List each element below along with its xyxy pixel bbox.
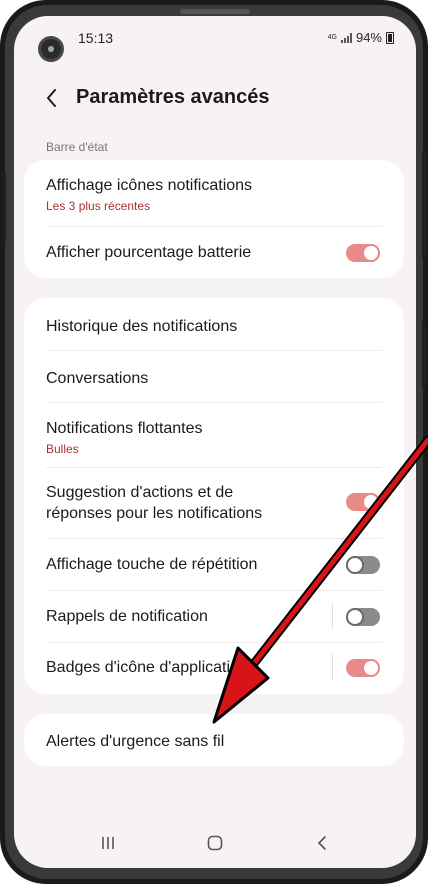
back-icon: [317, 836, 326, 850]
bixby-button: [422, 320, 426, 390]
navigation-bar: [14, 818, 416, 868]
home-icon: [207, 835, 223, 851]
setting-subtitle: Les 3 plus récentes: [46, 199, 151, 213]
setting-floating-notifications[interactable]: Notifications flottantes Bulles: [24, 403, 404, 467]
snooze-button-toggle[interactable]: [346, 556, 380, 574]
setting-title: Alertes d'urgence sans fil: [46, 733, 225, 750]
setting-title-line2: réponses pour les notifications: [46, 505, 263, 522]
setting-title: Affichage icônes notifications: [46, 177, 253, 194]
setting-subtitle: Bulles: [46, 442, 79, 456]
setting-title: Notifications flottantes: [46, 420, 203, 437]
section-label-status-bar: Barre d'état: [46, 140, 108, 154]
front-camera: [38, 36, 64, 62]
notification-reminders-toggle[interactable]: [346, 608, 380, 626]
nav-back-button[interactable]: [316, 835, 328, 856]
setting-notification-icons[interactable]: Affichage icônes notifications Les 3 plu…: [24, 160, 404, 226]
app-header: Paramètres avancés: [14, 78, 416, 118]
vertical-separator: [332, 654, 333, 680]
setting-title: Affichage touche de répétition: [46, 556, 258, 573]
recents-icon: [102, 837, 114, 849]
settings-card-notifications: Historique des notifications Conversatio…: [24, 298, 404, 694]
screen: 15:13 4G 94% Paramètres avancés Barre d'…: [14, 16, 416, 868]
battery-percentage-toggle[interactable]: [346, 244, 380, 262]
network-type-icon: 4G: [327, 34, 337, 41]
suggested-actions-toggle[interactable]: [346, 493, 380, 511]
settings-card-emergency: Alertes d'urgence sans fil: [24, 714, 404, 766]
earpiece-speaker: [180, 9, 250, 14]
settings-card-status-bar: Affichage icônes notifications Les 3 plu…: [24, 160, 404, 278]
chevron-left-icon: [47, 89, 56, 107]
setting-suggested-actions[interactable]: Suggestion d'actions et de réponses pour…: [24, 468, 404, 538]
vertical-separator: [332, 603, 333, 629]
setting-conversations[interactable]: Conversations: [24, 351, 404, 402]
status-bar: 15:13 4G 94%: [14, 16, 416, 62]
setting-wireless-emergency-alerts[interactable]: Alertes d'urgence sans fil: [24, 714, 404, 766]
setting-title: Afficher pourcentage batterie: [46, 244, 252, 261]
setting-title: Conversations: [46, 370, 149, 387]
setting-title: Rappels de notification: [46, 608, 208, 625]
setting-title: Badges d'icône d'application: [46, 659, 248, 676]
setting-title: Historique des notifications: [46, 318, 238, 335]
setting-notification-history[interactable]: Historique des notifications: [24, 298, 404, 350]
setting-app-icon-badges[interactable]: Badges d'icône d'application: [24, 643, 404, 694]
volume-button: [2, 172, 6, 242]
page-title: Paramètres avancés: [76, 86, 270, 108]
home-button[interactable]: [207, 835, 223, 856]
recents-button[interactable]: [100, 836, 116, 855]
battery-icon: [386, 31, 394, 44]
power-button: [422, 150, 426, 260]
app-icon-badges-toggle[interactable]: [346, 659, 380, 677]
status-time: 15:13: [78, 30, 114, 46]
status-icons: 4G 94%: [328, 30, 394, 45]
setting-snooze-button[interactable]: Affichage touche de répétition: [24, 539, 404, 590]
signal-icon: [340, 32, 352, 43]
battery-percent: 94%: [355, 30, 382, 45]
setting-battery-percentage[interactable]: Afficher pourcentage batterie: [24, 227, 404, 278]
back-button[interactable]: [40, 86, 64, 110]
setting-notification-reminders[interactable]: Rappels de notification: [24, 591, 404, 642]
setting-title: Suggestion d'actions et de: [46, 484, 234, 501]
